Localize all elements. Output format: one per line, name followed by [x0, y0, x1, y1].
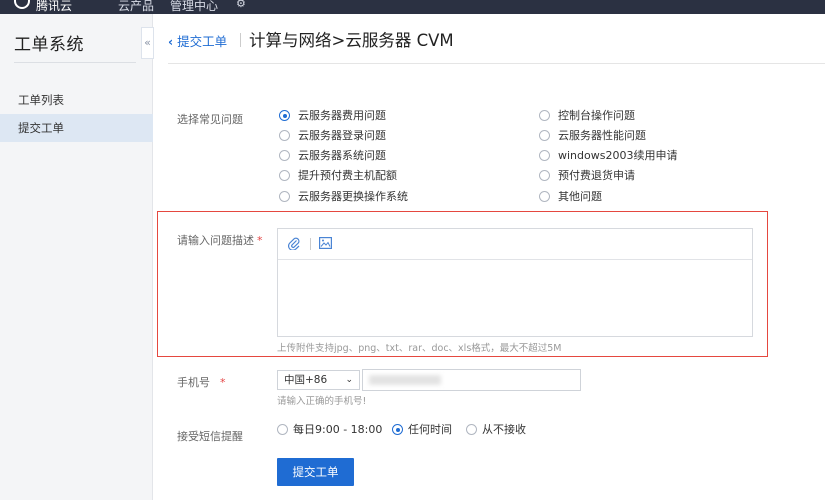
- sms-option-label: 任何时间: [408, 423, 452, 436]
- radio-icon: [539, 110, 550, 121]
- radio-checked-icon: [392, 424, 403, 435]
- breadcrumb: 计算与网络>云服务器 CVM: [249, 31, 454, 50]
- faq-option-label: 云服务器更换操作系统: [298, 190, 408, 203]
- gear-icon[interactable]: ⚙: [236, 0, 246, 10]
- sidebar-item-label: 提交工单: [18, 121, 64, 135]
- description-editor[interactable]: [277, 228, 753, 337]
- sms-option-label: 每日9:00 - 18:00: [293, 423, 383, 436]
- editor-toolbar: [278, 229, 752, 260]
- back-link-label: 提交工单: [177, 34, 228, 49]
- phone-hint: 请输入正确的手机号!: [277, 396, 367, 407]
- phone-label-text: 手机号: [177, 376, 210, 389]
- required-mark: *: [220, 376, 226, 389]
- faq-option-label: 其他问题: [558, 190, 602, 203]
- nav-console[interactable]: 管理中心: [170, 0, 218, 14]
- phone-label: 手机号 *: [177, 374, 226, 390]
- radio-icon: [279, 170, 290, 181]
- radio-icon: [539, 170, 550, 181]
- faq-option-label: 云服务器费用问题: [298, 109, 386, 122]
- faq-option-label: 云服务器系统问题: [298, 149, 386, 162]
- paperclip-icon[interactable]: [287, 237, 300, 253]
- upload-hint: 上传附件支持jpg、png、txt、rar、doc、xls格式，最大不超过5M: [277, 343, 562, 354]
- chevron-down-icon: ⌄: [345, 375, 353, 385]
- radio-icon: [279, 150, 290, 161]
- sidebar-divider: [14, 62, 136, 63]
- radio-icon: [277, 424, 288, 435]
- radio-icon: [466, 424, 477, 435]
- back-link[interactable]: ‹ 提交工单: [168, 31, 227, 50]
- faq-option-label: 云服务器性能问题: [558, 129, 646, 142]
- logo[interactable]: 腾讯云: [14, 0, 80, 13]
- radio-icon: [539, 130, 550, 141]
- sidebar-item-ticket-list[interactable]: 工单列表: [0, 86, 153, 114]
- radio-icon: [279, 130, 290, 141]
- image-icon[interactable]: [319, 237, 333, 252]
- phone-input[interactable]: [362, 369, 581, 391]
- faq-option-label: 控制台操作问题: [558, 109, 635, 122]
- toolbar-divider: [310, 238, 311, 250]
- sms-label: 接受短信提醒: [177, 430, 243, 443]
- cloud-logo-icon: [14, 0, 30, 9]
- submit-ticket-button[interactable]: 提交工单: [277, 458, 354, 486]
- radio-checked-icon: [279, 110, 290, 121]
- country-code-select[interactable]: 中国+86 ⌄: [277, 370, 360, 390]
- radio-icon: [539, 191, 550, 202]
- radio-icon: [539, 150, 550, 161]
- top-nav-bar: 腾讯云 云产品 管理中心 ⚙: [0, 0, 825, 14]
- description-label: 请输入问题描述 *: [177, 232, 263, 248]
- sidebar-item-label: 工单列表: [18, 93, 64, 107]
- sidebar-item-submit-ticket[interactable]: 提交工单: [0, 114, 153, 142]
- sidebar-title: 工单系统: [14, 35, 84, 55]
- faq-option-label: 提升预付费主机配额: [298, 169, 397, 182]
- redacted-phone-number: [369, 375, 441, 385]
- required-mark: *: [257, 234, 263, 247]
- description-textarea[interactable]: [278, 261, 752, 336]
- faq-option-label: 云服务器登录问题: [298, 129, 386, 142]
- collapse-sidebar-button[interactable]: «: [141, 27, 154, 59]
- sms-option-label: 从不接收: [482, 423, 526, 436]
- nav-products[interactable]: 云产品: [118, 0, 154, 14]
- chevron-left-icon: ‹: [168, 34, 174, 49]
- faq-option-label: windows2003续用申请: [558, 149, 678, 162]
- faq-option-label: 预付费退货申请: [558, 169, 635, 182]
- description-label-text: 请输入问题描述: [177, 234, 254, 247]
- header-divider: [240, 33, 241, 47]
- radio-icon: [279, 191, 290, 202]
- logo-text: 腾讯云: [36, 0, 73, 13]
- country-code-value: 中国+86: [284, 374, 328, 386]
- faq-label: 选择常见问题: [177, 113, 243, 126]
- header-divider-line: [168, 63, 825, 64]
- sidebar: 工单系统 工单列表 提交工单: [0, 14, 153, 500]
